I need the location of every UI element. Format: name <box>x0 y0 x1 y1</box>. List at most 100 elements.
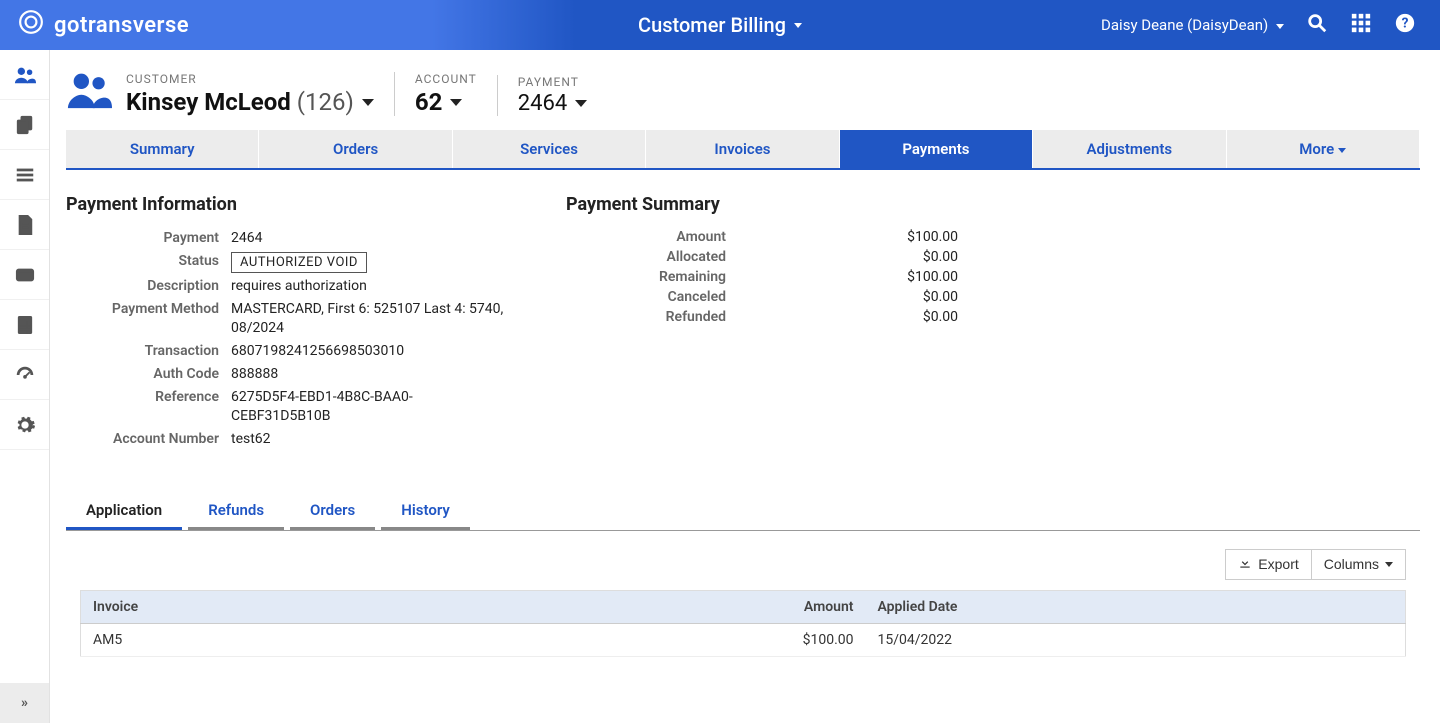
summary-label: Canceled <box>566 289 726 305</box>
col-applied-date[interactable]: Applied Date <box>866 590 1406 623</box>
chevron-down-icon <box>362 99 374 106</box>
info-label: Account Number <box>66 430 231 449</box>
search-icon <box>1306 12 1328 38</box>
table-row[interactable]: AM5$100.0015/04/2022 <box>81 623 1406 656</box>
svg-text:?: ? <box>1402 16 1409 32</box>
summary-value: $0.00 <box>726 289 966 305</box>
tab-label: Orders <box>333 140 378 158</box>
summary-row: Canceled$0.00 <box>566 289 966 305</box>
chevron-right-icon: » <box>21 695 28 711</box>
nav-dashboard[interactable] <box>0 350 49 400</box>
tab-more[interactable]: More <box>1227 130 1420 168</box>
cell-invoice: AM5 <box>81 623 746 656</box>
info-value: AUTHORIZED VOID <box>231 252 506 274</box>
page-title-dropdown[interactable]: Customer Billing <box>638 13 802 37</box>
download-icon <box>1238 556 1252 573</box>
export-button[interactable]: Export <box>1225 549 1311 580</box>
nav-calculator[interactable] <box>0 300 49 350</box>
summary-label: Amount <box>566 229 726 245</box>
info-row: Transaction6807198241256698503010 <box>66 342 506 361</box>
info-value: 6275D5F4-EBD1-4B8C-BAA0-CEBF31D5B10B <box>231 388 506 426</box>
nav-customers[interactable] <box>0 50 49 100</box>
subtab-label: Refunds <box>208 501 264 519</box>
col-invoice[interactable]: Invoice <box>81 590 746 623</box>
payment-label: PAYMENT <box>518 75 587 89</box>
tab-summary[interactable]: Summary <box>66 130 259 168</box>
info-row: Account Numbertest62 <box>66 430 506 449</box>
user-menu[interactable]: Daisy Deane (DaisyDean) <box>1101 16 1284 34</box>
tab-invoices[interactable]: Invoices <box>646 130 839 168</box>
tab-label: Services <box>520 140 578 158</box>
payment-value: 2464 <box>518 91 567 116</box>
chevron-down-icon <box>575 100 587 107</box>
apps-button[interactable] <box>1350 12 1372 38</box>
nav-settings[interactable] <box>0 400 49 450</box>
user-display: Daisy Deane (DaisyDean) <box>1101 16 1268 34</box>
export-label: Export <box>1258 556 1298 572</box>
info-value: 888888 <box>231 365 506 384</box>
chevron-down-icon <box>1276 24 1284 29</box>
cell-amount: $100.00 <box>746 623 866 656</box>
chevron-down-icon <box>450 99 462 106</box>
tab-adjustments[interactable]: Adjustments <box>1033 130 1226 168</box>
info-value: requires authorization <box>231 277 506 296</box>
info-row: Descriptionrequires authorization <box>66 277 506 296</box>
info-row: Payment2464 <box>66 229 506 248</box>
customer-selector[interactable]: Kinsey McLeod (126) <box>126 88 374 116</box>
info-row: StatusAUTHORIZED VOID <box>66 252 506 274</box>
info-label: Payment <box>66 229 231 248</box>
subtab-refunds[interactable]: Refunds <box>188 491 284 530</box>
info-row: Reference6275D5F4-EBD1-4B8C-BAA0-CEBF31D… <box>66 388 506 426</box>
nav-copy[interactable] <box>0 100 49 150</box>
info-row: Auth Code888888 <box>66 365 506 384</box>
account-selector[interactable]: 62 <box>415 88 477 116</box>
tab-label: Invoices <box>714 140 770 158</box>
search-button[interactable] <box>1306 12 1328 38</box>
nav-card[interactable] <box>0 250 49 300</box>
help-icon: ? <box>1394 12 1416 38</box>
payment-selector[interactable]: 2464 <box>518 91 587 116</box>
tab-label: Adjustments <box>1086 140 1172 158</box>
tab-label: More <box>1299 140 1334 158</box>
sidenav-collapse-toggle[interactable]: » <box>0 683 49 723</box>
subtab-orders[interactable]: Orders <box>290 491 375 530</box>
customers-icon <box>66 66 112 116</box>
columns-button[interactable]: Columns <box>1312 549 1406 580</box>
nav-document[interactable] <box>0 200 49 250</box>
account-label: ACCOUNT <box>415 72 477 86</box>
tab-orders[interactable]: Orders <box>259 130 452 168</box>
info-value: MASTERCARD, First 6: 525107 Last 4: 5740… <box>231 300 506 338</box>
subtab-application[interactable]: Application <box>66 491 182 530</box>
summary-value: $100.00 <box>726 269 966 285</box>
info-label: Payment Method <box>66 300 231 338</box>
customer-label: CUSTOMER <box>126 72 374 86</box>
help-button[interactable]: ? <box>1394 12 1416 38</box>
tab-services[interactable]: Services <box>453 130 646 168</box>
chevron-down-icon <box>1338 148 1346 153</box>
status-badge: AUTHORIZED VOID <box>231 252 367 274</box>
tab-label: Summary <box>130 140 195 158</box>
chevron-down-icon <box>794 23 802 28</box>
sidenav: » <box>0 50 50 723</box>
columns-label: Columns <box>1324 556 1379 572</box>
col-amount[interactable]: Amount <box>746 590 866 623</box>
info-label: Transaction <box>66 342 231 361</box>
subtab-label: History <box>401 501 450 519</box>
table-toolbar: Export Columns <box>80 549 1406 580</box>
subtab-label: Orders <box>310 501 355 519</box>
payment-info-heading: Payment Information <box>66 194 506 215</box>
info-label: Auth Code <box>66 365 231 384</box>
summary-row: Allocated$0.00 <box>566 249 966 265</box>
nav-list[interactable] <box>0 150 49 200</box>
summary-row: Remaining$100.00 <box>566 269 966 285</box>
summary-row: Refunded$0.00 <box>566 309 966 325</box>
subtab-history[interactable]: History <box>381 491 470 530</box>
info-label: Description <box>66 277 231 296</box>
payment-summary-section: Payment Summary Amount$100.00Allocated$0… <box>566 194 966 453</box>
customer-id: (126) <box>297 88 354 116</box>
brand[interactable]: gotransverse <box>0 9 207 41</box>
context-header: CUSTOMER Kinsey McLeod (126) ACCOUNT 62 … <box>66 66 1420 116</box>
info-label: Reference <box>66 388 231 426</box>
brand-text: gotransverse <box>54 13 189 38</box>
tab-payments[interactable]: Payments <box>840 130 1033 168</box>
